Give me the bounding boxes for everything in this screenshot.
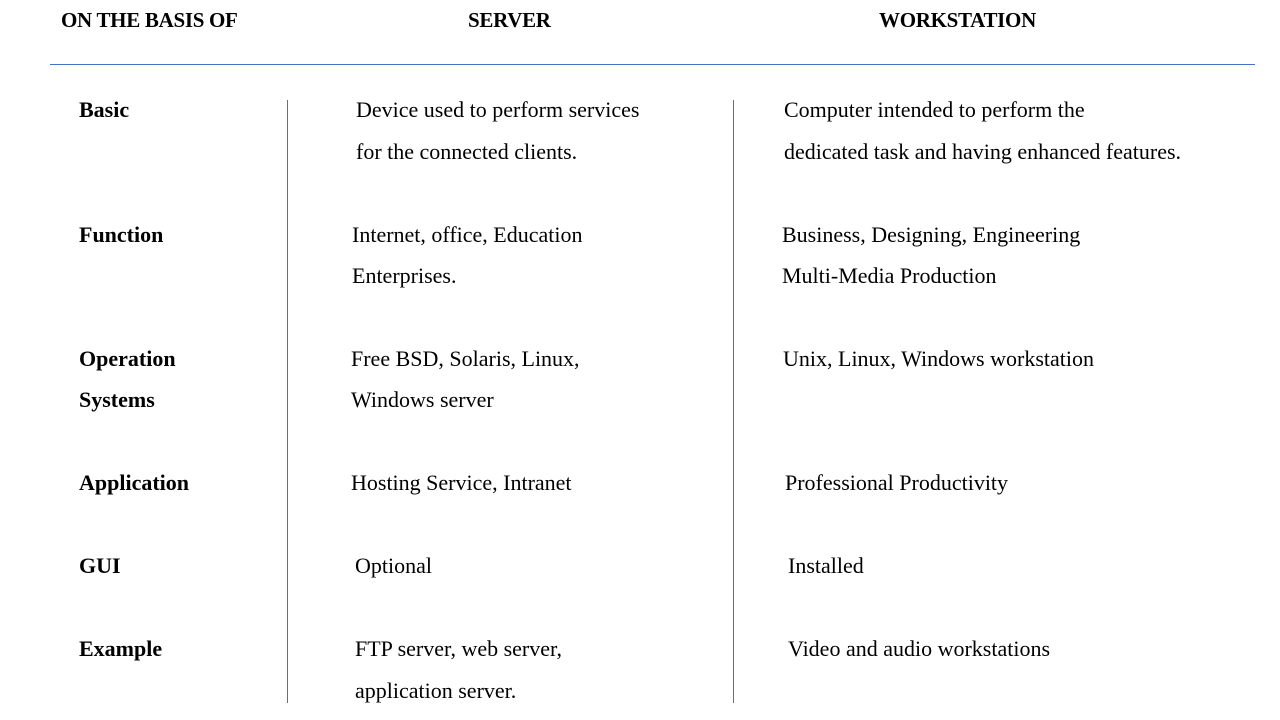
server-cell: Internet, office, Education Enterprises. [352,222,583,288]
workstation-cell: Unix, Linux, Windows workstation [783,346,1094,371]
workstation-cell: Computer intended to perform the dedicat… [784,97,1182,164]
workstation-cell: Business, Designing, Engineering Multi-M… [782,222,1081,288]
workstation-cell: Installed [788,553,864,578]
server-cell: Free BSD, Solaris, Linux, Windows server [351,346,580,412]
header-basis: ON THE BASIS OF [61,8,238,32]
header-divider [50,64,1255,65]
row-label: GUI [79,553,121,578]
server-cell: Hosting Service, Intranet [351,470,572,495]
workstation-cell: Video and audio workstations [788,636,1051,661]
row-label: Operation Systems [79,346,176,412]
server-cell: FTP server, web server, application serv… [355,636,562,703]
row-label: Example [79,636,163,661]
header-server: SERVER [468,8,551,32]
column-divider-1 [287,100,288,703]
workstation-cell: Professional Productivity [785,470,1009,495]
server-cell: Optional [355,553,432,578]
row-label: Application [79,470,190,495]
column-divider-2 [733,100,734,703]
row-label: Function [79,222,164,247]
server-cell: Device used to perform services for the … [356,97,640,164]
header-workstation: WORKSTATION [879,8,1036,32]
row-label: Basic [79,97,130,122]
